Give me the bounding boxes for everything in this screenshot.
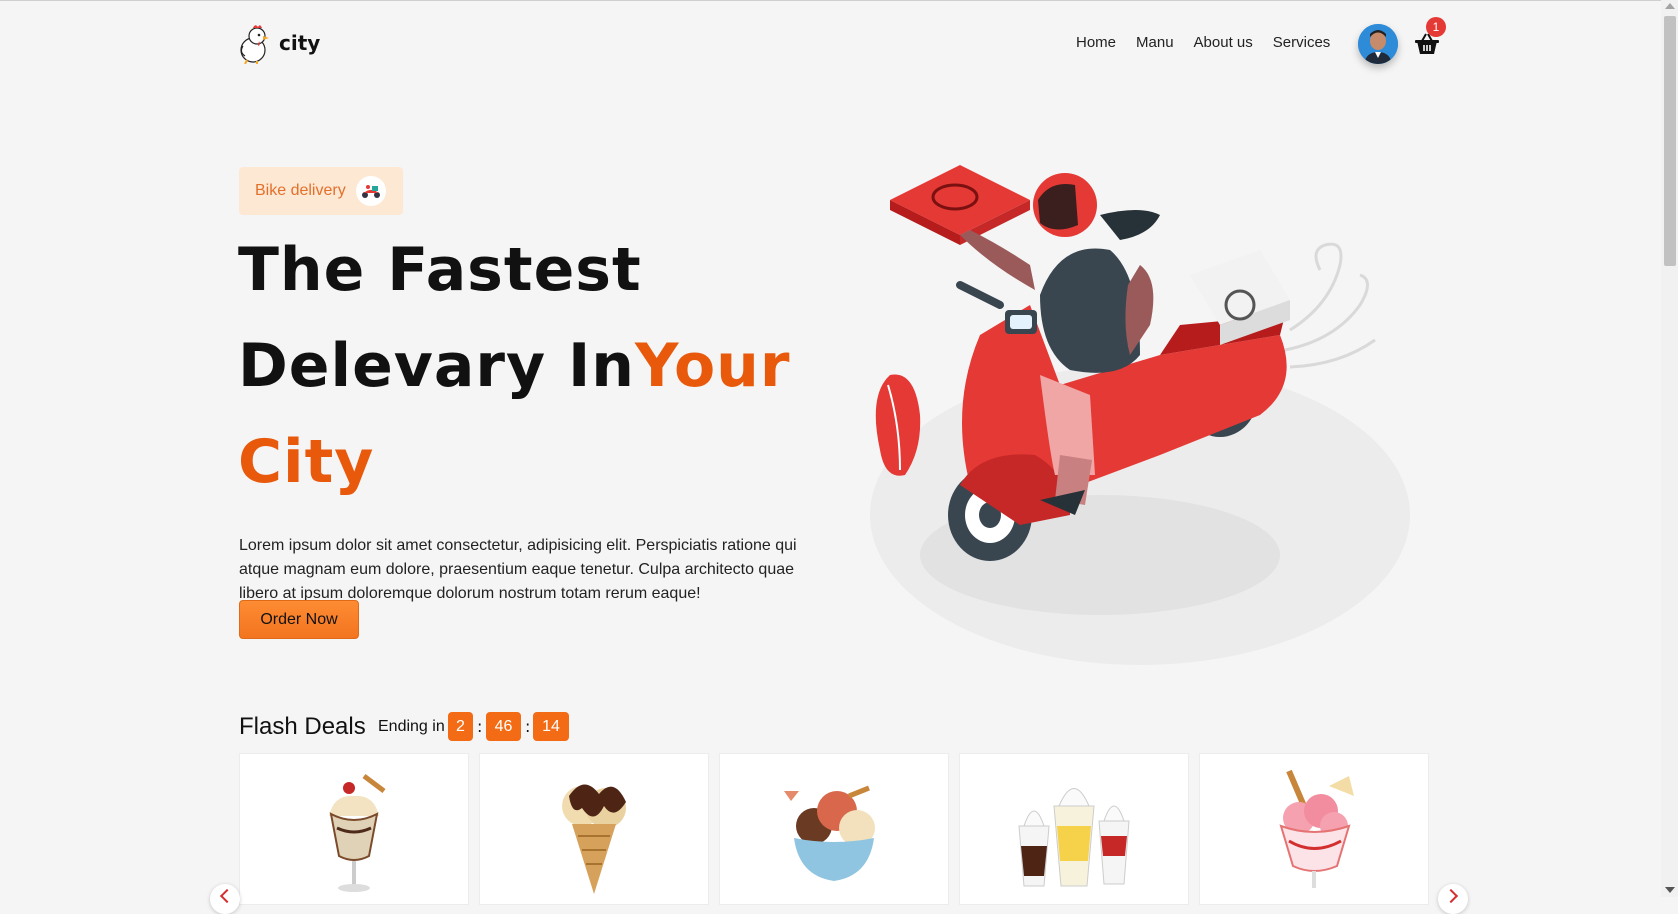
badge-label: Bike delivery bbox=[255, 182, 346, 199]
delivery-scooter-illustration bbox=[870, 165, 1410, 665]
hero-heading-accent: Your bbox=[635, 331, 791, 401]
nav-services[interactable]: Services bbox=[1273, 34, 1331, 51]
nav-manu[interactable]: Manu bbox=[1136, 34, 1174, 51]
product-card-chocolate-cone[interactable] bbox=[479, 753, 709, 905]
timer-separator: : bbox=[477, 717, 483, 736]
carousel-next-button[interactable] bbox=[1438, 884, 1468, 914]
soft-serve-cups-icon bbox=[1018, 788, 1130, 887]
product-card-soft-serve-cups[interactable] bbox=[959, 753, 1189, 905]
timer-seconds: 14 bbox=[533, 712, 569, 741]
user-portrait-icon bbox=[1358, 24, 1398, 64]
product-card-strawberry-sundae[interactable] bbox=[1199, 753, 1429, 905]
order-now-button[interactable]: Order Now bbox=[239, 600, 359, 639]
ending-in-label: Ending in bbox=[378, 718, 445, 735]
scrollbar-thumb[interactable] bbox=[1664, 16, 1676, 266]
window-top-border bbox=[0, 0, 1678, 1]
timer-hours: 2 bbox=[448, 712, 473, 741]
strawberry-sundae-icon bbox=[1279, 769, 1354, 888]
hero-heading-line-2: Delevary InYour bbox=[238, 336, 790, 396]
product-card-sundae[interactable] bbox=[239, 753, 469, 905]
scroll-up-arrow-icon[interactable] bbox=[1665, 3, 1675, 9]
bike-delivery-badge: Bike delivery bbox=[239, 167, 403, 215]
chevron-left-icon bbox=[219, 888, 235, 904]
product-card-ice-cream-bowl[interactable] bbox=[719, 753, 949, 905]
scooter-icon bbox=[355, 176, 386, 206]
ice-cream-bowl-icon bbox=[784, 785, 875, 881]
sundae-icon bbox=[329, 774, 386, 892]
scroll-down-arrow-icon[interactable] bbox=[1665, 887, 1675, 893]
cart-count-badge: 1 bbox=[1426, 17, 1446, 37]
page-scrollbar[interactable] bbox=[1661, 0, 1678, 897]
chocolate-cone-icon bbox=[562, 784, 626, 894]
carousel-prev-button[interactable] bbox=[210, 884, 240, 914]
nav-about-us[interactable]: About us bbox=[1194, 34, 1253, 51]
user-avatar[interactable] bbox=[1358, 24, 1398, 64]
chicken-logo-icon bbox=[240, 25, 269, 64]
hero-heading-text: Delevary In bbox=[238, 331, 635, 401]
timer-separator: : bbox=[525, 717, 531, 736]
main-nav: Home Manu About us Services bbox=[1076, 34, 1330, 51]
hero-heading-line-3: City bbox=[238, 427, 375, 497]
brand-name: city bbox=[279, 31, 321, 55]
flash-deals-title: Flash Deals bbox=[239, 713, 366, 740]
chevron-right-icon bbox=[1443, 888, 1459, 904]
brand-logo[interactable]: city bbox=[237, 22, 320, 64]
timer-minutes: 46 bbox=[486, 712, 521, 741]
hero-description: Lorem ipsum dolor sit amet consectetur, … bbox=[239, 537, 797, 602]
nav-home[interactable]: Home bbox=[1076, 34, 1116, 51]
hero-heading-line-1: The Fastest bbox=[238, 235, 642, 305]
